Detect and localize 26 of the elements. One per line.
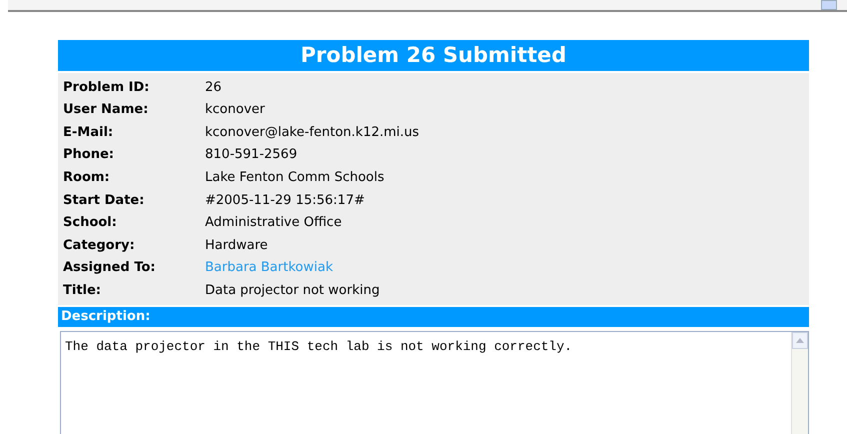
field-label: Problem ID: [62,78,150,97]
field-label: Phone: [62,146,115,164]
field-label: Title: [62,282,102,300]
description-text: The data projector in the THIS tech lab is not working correctly. [64,338,574,356]
field-value: Administrative Office [205,214,342,232]
field-label: Assigned To: [62,259,156,278]
description-heading: Description: [58,306,809,327]
scroll-button[interactable] [821,0,837,10]
field-value: Lake Fenton Comm Schools [205,168,384,187]
field-label: User Name: [62,101,150,120]
field-value: Data projector not working [205,282,380,300]
field-label: Room: [62,168,111,187]
field-value: 810-591-2569 [205,146,298,164]
field-value: #2005-11-29 15:56:17# [205,192,365,210]
field-value: kconover [205,101,265,120]
field-label: School: [62,214,118,232]
scroll-up-button[interactable] [792,332,808,349]
description-field[interactable]: The data projector in the THIS tech lab is not working correctly. [60,330,809,434]
field-value: Hardware [205,236,268,255]
up-arrow-icon [796,338,804,343]
field-label: E-Mail: [62,124,114,142]
field-value: 26 [205,78,222,97]
field-value: kconover@lake-fenton.k12.mi.us [205,124,420,142]
page-header: Problem 26 Submitted [58,40,809,71]
field-label: Start Date: [62,192,146,210]
field-label: Category: [62,236,136,255]
